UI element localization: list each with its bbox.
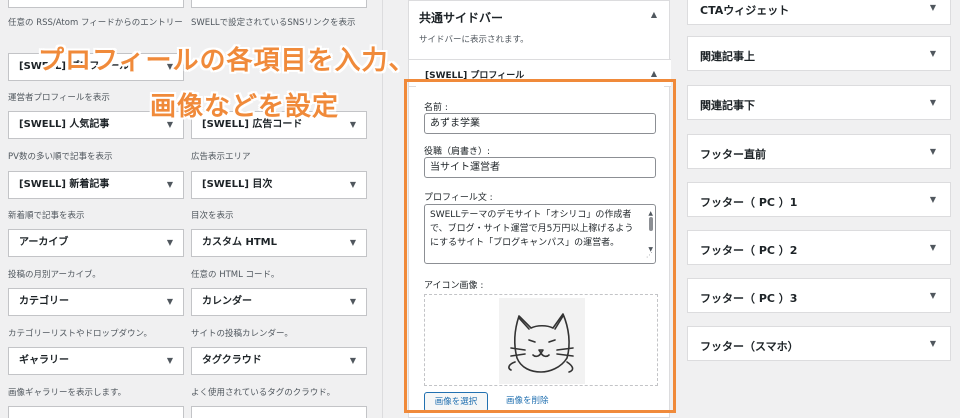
- profile-textarea[interactable]: SWELLテーマのデモサイト「オシリコ」の作成者で、ブログ・サイト運営で月5万円…: [424, 204, 656, 264]
- callout-line-2: 画像などを設定: [150, 92, 340, 122]
- chevron-down-icon[interactable]: ▼: [930, 243, 936, 252]
- widget-area-before-footer[interactable]: フッター直前 ▼: [687, 134, 951, 169]
- widget-sns-button[interactable]: ▼: [191, 0, 367, 8]
- profile-widget-header[interactable]: [SWELL] プロフィール ▲: [409, 59, 671, 87]
- widget-area-title: フッター（ PC ）3: [700, 292, 798, 305]
- widget-area-related-top[interactable]: 関連記事上 ▼: [687, 36, 951, 71]
- chevron-down-icon[interactable]: ▼: [930, 339, 936, 348]
- chevron-down-icon[interactable]: ▼: [930, 98, 936, 107]
- widget-description: 画像ギャラリーを表示します。: [8, 388, 127, 398]
- widget-description: 広告表示エリア: [191, 152, 251, 162]
- widget-area-footer-pc-2[interactable]: フッター（ PC ）2 ▼: [687, 230, 951, 265]
- widget-description: よく使用されているタグのクラウド。: [191, 388, 336, 398]
- widget-area-footer-pc-1[interactable]: フッター（ PC ）1 ▼: [687, 182, 951, 217]
- icon-image-area: [424, 294, 658, 386]
- widget-area-cta[interactable]: CTAウィジェット ▼: [687, 0, 951, 25]
- icon-image-label: アイコン画像 :: [424, 281, 484, 291]
- collapse-toggle-icon[interactable]: ▲: [651, 10, 657, 19]
- widget-next-button[interactable]: [8, 406, 184, 418]
- widget-new-posts-button[interactable]: [SWELL] 新着記事 ▼: [8, 171, 184, 199]
- textarea-scrollbar[interactable]: [649, 217, 653, 231]
- widget-rss-button[interactable]: ▼: [8, 0, 184, 8]
- widget-area-related-bottom[interactable]: 関連記事下 ▼: [687, 85, 951, 120]
- widget-area-footer-sp[interactable]: フッター（スマホ） ▼: [687, 326, 951, 361]
- cat-drawing-icon: [499, 298, 585, 384]
- role-input[interactable]: 当サイト運営者: [424, 157, 656, 178]
- chevron-down-icon[interactable]: ▼: [930, 49, 936, 58]
- profile-widget-title: [SWELL] プロフィール: [425, 71, 525, 81]
- chevron-down-icon[interactable]: ▼: [930, 291, 936, 300]
- widget-description: カテゴリーリストやドロップダウン。: [8, 329, 152, 339]
- widget-area-title: フッター（ PC ）1: [700, 196, 798, 209]
- widget-area-title: フッター（ PC ）2: [700, 244, 798, 257]
- widget-category-button[interactable]: カテゴリー ▼: [8, 288, 184, 316]
- widget-area-title: フッター直前: [700, 148, 766, 161]
- widget-tag-cloud-button[interactable]: タグクラウド ▼: [191, 347, 367, 375]
- widget-description: SWELLで設定されているSNSリンクを表示: [191, 18, 356, 28]
- sidebar-area-description: サイドバーに表示されます。: [419, 35, 529, 45]
- name-input[interactable]: あずま学業: [424, 113, 656, 134]
- widget-description: PV数の多い順で記事を表示: [8, 152, 113, 162]
- cat-avatar-image: [499, 298, 585, 384]
- widget-toc-button[interactable]: [SWELL] 目次 ▼: [191, 171, 367, 199]
- profile-text-label: プロフィール文 :: [424, 193, 493, 203]
- profile-widget-form: 名前 : あずま学業 役職（肩書き）: 当サイト運営者 プロフィール文 : SW…: [416, 86, 664, 412]
- widget-description: サイトの投稿カレンダー。: [191, 329, 293, 339]
- widget-custom-html-button[interactable]: カスタム HTML ▼: [191, 229, 367, 257]
- widget-description: 投稿の月別アーカイブ。: [8, 270, 101, 280]
- widget-area-footer-pc-3[interactable]: フッター（ PC ）3 ▼: [687, 278, 951, 313]
- widget-archive-button[interactable]: アーカイブ ▼: [8, 229, 184, 257]
- chevron-down-icon[interactable]: ▼: [930, 195, 936, 204]
- widget-description: 新着順で記事を表示: [8, 211, 85, 221]
- sidebar-area-title[interactable]: 共通サイドバー: [419, 9, 503, 26]
- widget-area-title: 関連記事下: [700, 99, 755, 112]
- widget-next-button[interactable]: [191, 406, 367, 418]
- chevron-down-icon[interactable]: ▼: [930, 3, 936, 12]
- widget-area-title: CTAウィジェット: [700, 4, 790, 17]
- widget-area-title: 関連記事上: [700, 50, 755, 63]
- resize-grip-icon[interactable]: ⋰: [646, 248, 653, 262]
- widget-calendar-button[interactable]: カレンダー ▼: [191, 288, 367, 316]
- select-image-button[interactable]: 画像を選択: [424, 392, 488, 412]
- callout-line-1: プロフィールの各項目を入力、: [38, 46, 416, 76]
- widget-description: 運営者プロフィールを表示: [8, 93, 110, 103]
- widget-description: 任意の HTML コード。: [191, 270, 280, 280]
- role-label: 役職（肩書き）:: [424, 147, 491, 157]
- remove-image-link[interactable]: 画像を削除: [502, 392, 553, 412]
- chevron-down-icon[interactable]: ▼: [930, 147, 936, 156]
- widget-description: 目次を表示: [191, 211, 234, 221]
- widget-area-title: フッター（スマホ）: [700, 340, 799, 353]
- profile-text-value: SWELLテーマのデモサイト「オシリコ」の作成者で、ブログ・サイト運営で月5万円…: [430, 210, 634, 248]
- widget-gallery-button[interactable]: ギャラリー ▼: [8, 347, 184, 375]
- collapse-toggle-icon[interactable]: ▲: [651, 69, 657, 78]
- name-label: 名前 :: [424, 103, 448, 113]
- widget-description: 任意の RSS/Atom フィードからのエントリー: [8, 18, 183, 28]
